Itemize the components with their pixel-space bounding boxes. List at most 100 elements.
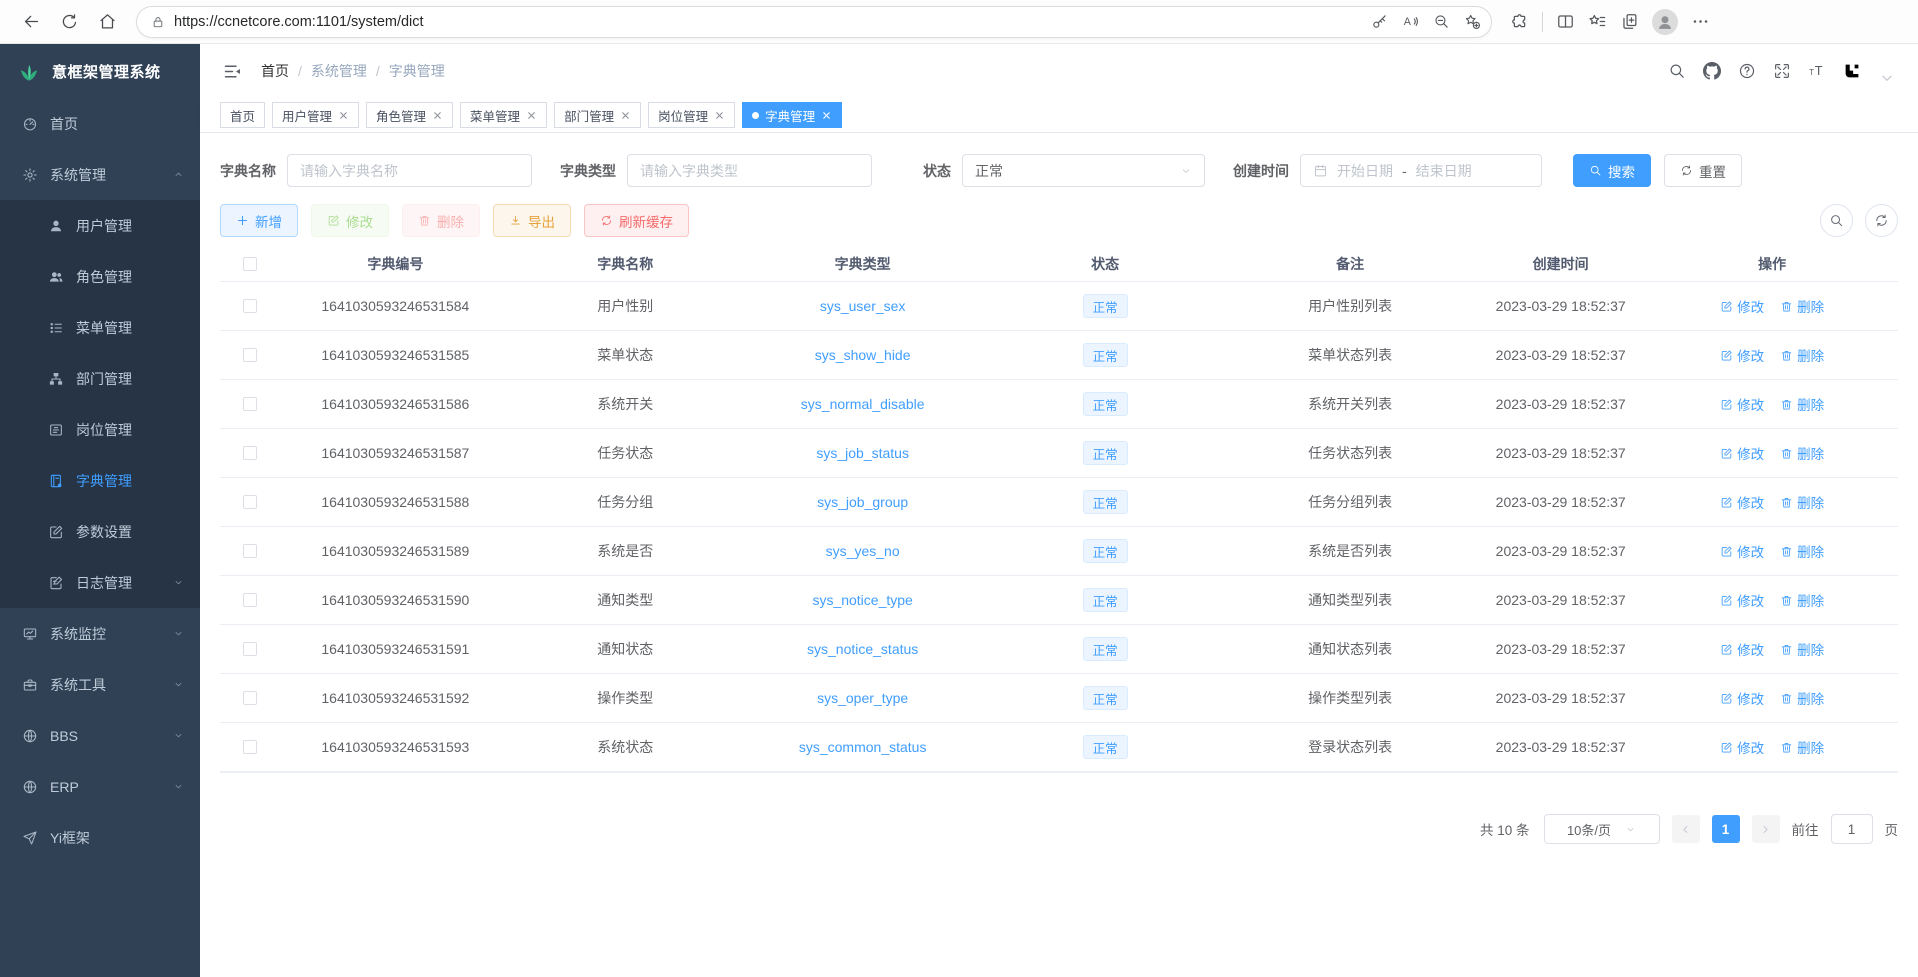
- row-edit-button[interactable]: 修改: [1720, 394, 1764, 414]
- row-checkbox[interactable]: [243, 691, 257, 705]
- row-edit-button[interactable]: 修改: [1720, 639, 1764, 659]
- row-delete-button[interactable]: 删除: [1780, 541, 1824, 561]
- star-plus-icon[interactable]: [1464, 13, 1481, 30]
- row-checkbox[interactable]: [243, 740, 257, 754]
- refresh-table-button[interactable]: [1865, 204, 1898, 237]
- row-edit-button[interactable]: 修改: [1720, 443, 1764, 463]
- sidebar-item-home[interactable]: 首页: [0, 98, 200, 149]
- sidebar-item-log[interactable]: 日志管理: [0, 557, 200, 608]
- row-checkbox[interactable]: [243, 446, 257, 460]
- zoom-out-icon[interactable]: [1433, 13, 1450, 30]
- row-edit-button[interactable]: 修改: [1720, 737, 1764, 757]
- dots-icon[interactable]: [1691, 12, 1710, 31]
- row-edit-button[interactable]: 修改: [1720, 296, 1764, 316]
- row-delete-button[interactable]: 删除: [1780, 345, 1824, 365]
- sidebar-item-system[interactable]: 系统管理: [0, 149, 200, 200]
- url-text[interactable]: https://ccnetcore.com:1101/system/dict: [174, 14, 1371, 30]
- row-delete-button[interactable]: 删除: [1780, 590, 1824, 610]
- row-edit-button[interactable]: 修改: [1720, 590, 1764, 610]
- date-range-picker[interactable]: 开始日期 - 结束日期: [1300, 154, 1542, 187]
- github-icon[interactable]: [1703, 62, 1721, 80]
- tab-dept[interactable]: 部门管理: [554, 102, 641, 128]
- sidebar-item-bbs[interactable]: BBS: [0, 710, 200, 761]
- row-checkbox[interactable]: [243, 544, 257, 558]
- sidebar-item-erp[interactable]: ERP: [0, 761, 200, 812]
- sidebar-item-param[interactable]: 参数设置: [0, 506, 200, 557]
- row-edit-button[interactable]: 修改: [1720, 541, 1764, 561]
- dict-type-link[interactable]: sys_job_group: [817, 494, 908, 510]
- row-edit-button[interactable]: 修改: [1720, 345, 1764, 365]
- sidebar-item-dept[interactable]: 部门管理: [0, 353, 200, 404]
- bing-chat-icon[interactable]: [1725, 12, 1744, 31]
- sidebar-item-post[interactable]: 岗位管理: [0, 404, 200, 455]
- split-screen-icon[interactable]: [1556, 12, 1575, 31]
- close-icon[interactable]: [338, 110, 349, 121]
- tab-post[interactable]: 岗位管理: [648, 102, 735, 128]
- close-icon[interactable]: [821, 110, 832, 121]
- close-icon[interactable]: [714, 110, 725, 121]
- tab-menu[interactable]: 菜单管理: [460, 102, 547, 128]
- status-select[interactable]: 正常: [962, 154, 1205, 187]
- row-delete-button[interactable]: 删除: [1780, 492, 1824, 512]
- edit-button[interactable]: 修改: [311, 204, 389, 237]
- sidebar-item-monitor[interactable]: 系统监控: [0, 608, 200, 659]
- page-size-select[interactable]: 10条/页: [1544, 814, 1660, 844]
- sidebar-item-dict[interactable]: 字典管理: [0, 455, 200, 506]
- next-page-button[interactable]: [1752, 815, 1780, 843]
- row-delete-button[interactable]: 删除: [1780, 737, 1824, 757]
- select-all-checkbox[interactable]: [243, 257, 257, 271]
- row-delete-button[interactable]: 删除: [1780, 443, 1824, 463]
- browser-home-button[interactable]: [90, 5, 124, 39]
- dict-name-input[interactable]: 请输入字典名称: [287, 154, 532, 187]
- dict-type-link[interactable]: sys_job_status: [816, 445, 909, 461]
- question-icon[interactable]: [1738, 62, 1756, 80]
- page-number-1[interactable]: 1: [1712, 815, 1740, 843]
- sidebar-item-tools[interactable]: 系统工具: [0, 659, 200, 710]
- row-delete-button[interactable]: 删除: [1780, 296, 1824, 316]
- search-button[interactable]: 搜索: [1573, 154, 1651, 187]
- toggle-search-button[interactable]: [1820, 204, 1853, 237]
- address-bar[interactable]: https://ccnetcore.com:1101/system/dict: [136, 6, 1492, 38]
- row-edit-button[interactable]: 修改: [1720, 492, 1764, 512]
- collections-icon[interactable]: [1588, 12, 1607, 31]
- row-checkbox[interactable]: [243, 593, 257, 607]
- tab-user[interactable]: 用户管理: [272, 102, 359, 128]
- dict-type-link[interactable]: sys_normal_disable: [801, 396, 925, 412]
- dict-type-link[interactable]: sys_notice_type: [812, 592, 912, 608]
- tab-home[interactable]: 首页: [220, 102, 265, 128]
- dict-type-link[interactable]: sys_show_hide: [815, 347, 911, 363]
- fullscreen-icon[interactable]: [1773, 62, 1791, 80]
- delete-button[interactable]: 删除: [402, 204, 480, 237]
- dict-type-link[interactable]: sys_notice_status: [807, 641, 918, 657]
- font-size-icon[interactable]: [1808, 62, 1826, 80]
- browser-back-button[interactable]: [14, 5, 48, 39]
- goto-page-input[interactable]: 1: [1831, 814, 1873, 844]
- read-aloud-icon[interactable]: [1402, 13, 1419, 30]
- tab-role[interactable]: 角色管理: [366, 102, 453, 128]
- add-button[interactable]: 新增: [220, 204, 298, 237]
- row-checkbox[interactable]: [243, 348, 257, 362]
- export-button[interactable]: 导出: [493, 204, 571, 237]
- sidebar-item-role[interactable]: 角色管理: [0, 251, 200, 302]
- dict-type-link[interactable]: sys_common_status: [799, 739, 927, 755]
- user-logo-avatar[interactable]: [1843, 62, 1861, 80]
- collapse-sidebar-icon[interactable]: [222, 61, 243, 82]
- dict-type-input[interactable]: 请输入字典类型: [627, 154, 872, 187]
- dict-type-link[interactable]: sys_user_sex: [820, 298, 906, 314]
- user-menu-caret-icon[interactable]: [1878, 69, 1896, 87]
- tab-dict[interactable]: 字典管理: [742, 102, 842, 128]
- row-delete-button[interactable]: 删除: [1780, 639, 1824, 659]
- copy-tab-icon[interactable]: [1620, 12, 1639, 31]
- close-icon[interactable]: [526, 110, 537, 121]
- prev-page-button[interactable]: [1672, 815, 1700, 843]
- search-icon[interactable]: [1668, 62, 1686, 80]
- puzzle-icon[interactable]: [1510, 12, 1529, 31]
- close-icon[interactable]: [620, 110, 631, 121]
- row-edit-button[interactable]: 修改: [1720, 688, 1764, 708]
- row-delete-button[interactable]: 删除: [1780, 688, 1824, 708]
- dict-type-link[interactable]: sys_oper_type: [817, 690, 908, 706]
- sidebar-item-user[interactable]: 用户管理: [0, 200, 200, 251]
- row-checkbox[interactable]: [243, 397, 257, 411]
- close-icon[interactable]: [432, 110, 443, 121]
- refresh-cache-button[interactable]: 刷新缓存: [584, 204, 689, 237]
